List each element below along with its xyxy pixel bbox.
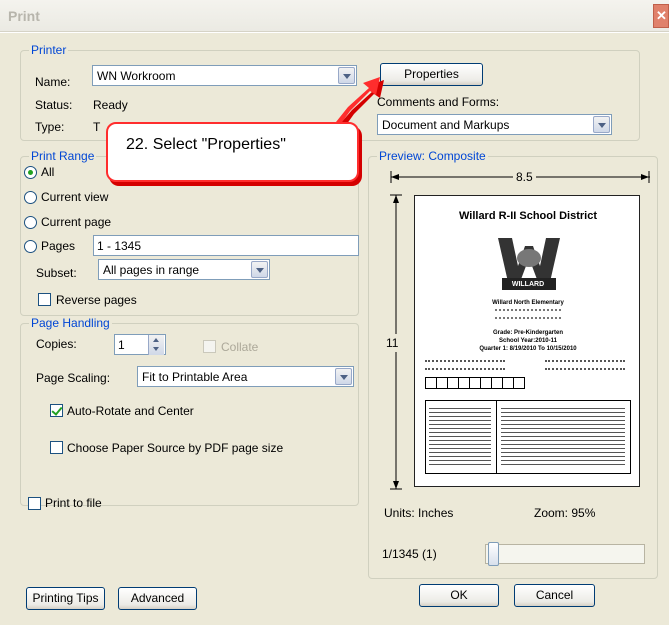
callout-arrow-icon xyxy=(336,77,384,128)
tutorial-callout: 22. Select "Properties" xyxy=(106,122,359,182)
tutorial-callout-text: 22. Select "Properties" xyxy=(126,136,286,153)
